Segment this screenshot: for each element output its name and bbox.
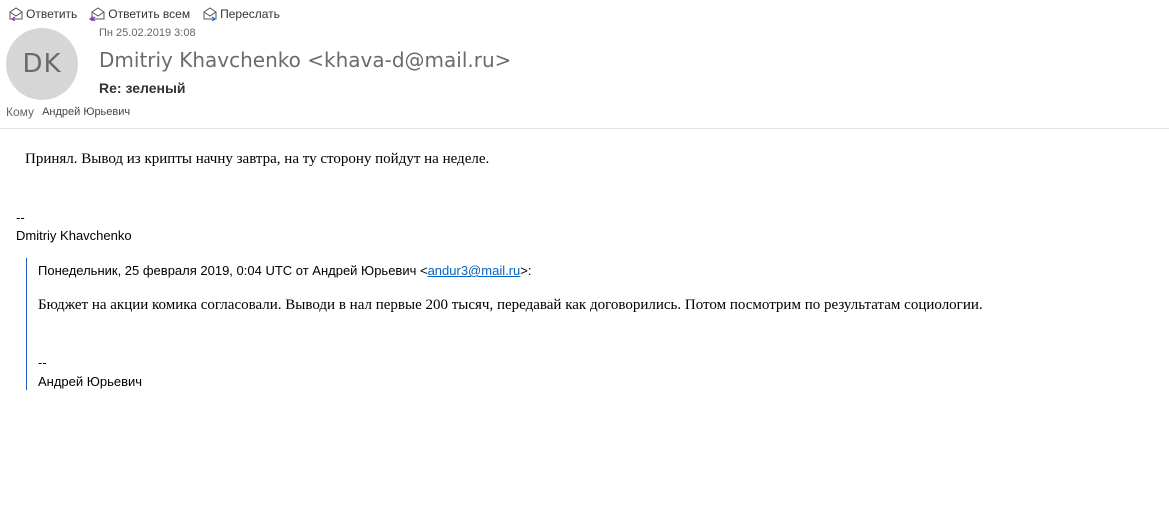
quoted-body: Бюджет на акции комика согласовали. Выво… [38,297,983,313]
quoted-header: Понедельник, 25 февраля 2019, 0:04 UTC о… [38,263,531,278]
quoted-message: Понедельник, 25 февраля 2019, 0:04 UTC о… [26,258,1157,390]
forward-button[interactable]: Переслать [202,7,280,21]
signature-separator: -- [16,210,25,225]
quoted-email-link[interactable]: andur3@mail.ru [428,263,521,278]
to-label: Кому [6,105,35,119]
sender-avatar: DK [6,28,78,100]
reply-icon [9,7,23,21]
reply-all-button[interactable]: Ответить всем [89,7,190,21]
reply-all-label: Ответить всем [108,7,191,21]
reply-all-icon [89,7,105,21]
sender-name[interactable]: Dmitriy Khavchenko <khava-d@mail.ru> [99,48,511,72]
header-divider [0,128,1169,129]
quoted-signature-name: Андрей Юрьевич [38,374,143,389]
recipients-row: Кому Андрей Юрьевич [6,105,130,119]
quoted-header-prefix: Понедельник, 25 февраля 2019, 0:04 UTC о… [38,263,428,278]
message-subject: Re: зеленый [99,80,186,96]
message-toolbar: Ответить Ответить всем Переслать [8,4,292,24]
quoted-header-suffix: >: [520,263,532,278]
reply-label: Ответить [26,7,78,21]
quoted-signature-separator: -- [38,355,47,370]
message-date: Пн 25.02.2019 3:08 [99,27,196,39]
message-body: Принял. Вывод из крипты начну завтра, на… [25,151,490,167]
signature-name: Dmitriy Khavchenko [16,228,132,243]
forward-label: Переслать [220,7,280,21]
forward-icon [203,7,217,21]
reply-button[interactable]: Ответить [8,7,77,21]
recipient-name[interactable]: Андрей Юрьевич [42,106,130,118]
